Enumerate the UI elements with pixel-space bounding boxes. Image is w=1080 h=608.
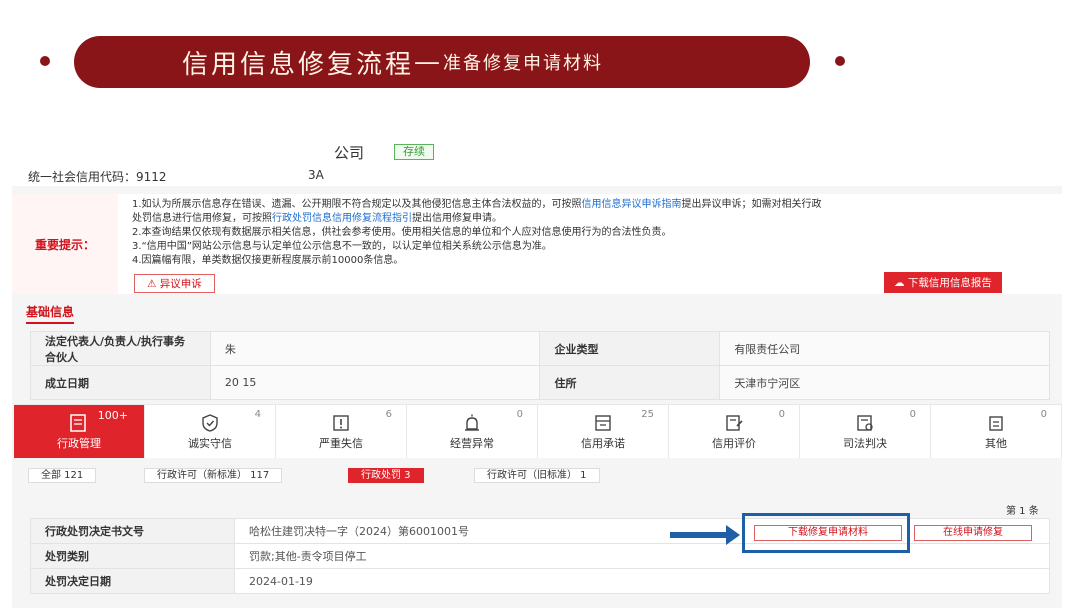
download-report-label: 下载信用信息报告 — [907, 277, 992, 289]
important-notice: 重要提示： 1.如认为所展示信息存在错误、遗漏、公开期限不符合规定以及其他侵犯信… — [12, 194, 1062, 294]
online-repair-button[interactable]: 在线申请修复 — [914, 525, 1032, 541]
record-index: 第 1 条 — [1006, 506, 1039, 517]
tab-credit-evaluation[interactable]: 0 信用评价 — [669, 404, 800, 458]
tab-other[interactable]: 0 其他 — [931, 404, 1062, 458]
subtab-all[interactable]: 全部 121 — [28, 468, 97, 483]
commitment-icon — [595, 415, 611, 431]
table-row: 法定代表人/负责人/执行事务合伙人 朱 企业类型 有限责任公司 — [30, 331, 1050, 366]
download-report-button[interactable]: ☁ 下载信用信息报告 — [884, 272, 1002, 293]
repair-guide-link[interactable]: 行政处罚信息信用修复流程指引 — [272, 213, 412, 224]
basic-info-title: 基础信息 — [26, 303, 75, 324]
banner-dash: — — [414, 47, 444, 77]
tab-label: 信用承诺 — [581, 437, 625, 450]
shield-check-icon — [202, 414, 218, 432]
tab-count: 6 — [385, 409, 392, 420]
dispute-button[interactable]: ⚠ 异议申诉 — [134, 274, 215, 293]
tab-label: 其他 — [985, 437, 1007, 450]
table-row: 成立日期 20 15 住所 天津市宁河区 — [30, 365, 1050, 400]
notice-label: 重要提示： — [12, 194, 118, 294]
basic-info-table: 法定代表人/负责人/执行事务合伙人 朱 企业类型 有限责任公司 成立日期 20 … — [30, 331, 1050, 400]
pointer-arrow-icon — [726, 525, 740, 545]
tab-business-abnormal[interactable]: 0 经营异常 — [407, 404, 538, 458]
founded-date-label: 成立日期 — [30, 365, 211, 400]
cloud-download-icon: ☁ — [894, 277, 908, 289]
notice-line1-c: 处罚信息进行信用修复，可按照 — [132, 213, 272, 224]
founded-date-value: 20 15 — [209, 365, 541, 400]
penalty-type-value: 罚款;其他-责令项目停工 — [234, 543, 1050, 569]
credit-code-label: 统一社会信用代码：9112 — [28, 170, 167, 184]
subtab-license-new[interactable]: 行政许可（新标准） 117 — [144, 468, 283, 483]
notice-line1-d: 提出信用修复申请。 — [412, 213, 502, 224]
subtab-penalty[interactable]: 行政处罚 3 — [348, 468, 424, 483]
evaluation-icon — [726, 415, 743, 431]
tab-count: 0 — [1040, 409, 1047, 420]
notice-line2: 2.本查询结果仅依现有数据展示相关信息，供社会参考使用。使用相关信息的单位和个人… — [132, 227, 672, 238]
sub-tabs: 全部 121 行政许可（新标准） 117 行政处罚 3 行政许可（旧标准） 1 — [12, 462, 1062, 488]
tab-label: 诚实守信 — [188, 437, 232, 450]
dispute-guide-link[interactable]: 信用信息异议申诉指南 — [582, 199, 682, 210]
tab-count: 100+ — [97, 409, 128, 422]
tab-label: 严重失信 — [319, 437, 363, 450]
tab-count: 0 — [516, 409, 523, 420]
tab-label: 信用评价 — [712, 437, 756, 450]
legal-rep-label: 法定代表人/负责人/执行事务合伙人 — [30, 331, 211, 366]
banner-title: 信用信息修复流程 — [182, 49, 415, 80]
download-repair-materials-button[interactable]: 下载修复申请材料 — [754, 525, 902, 541]
other-icon — [989, 416, 1003, 431]
pointer-arrow-shaft — [670, 532, 730, 538]
notice-line1-b: 提出异议申诉；如需对相关行政 — [681, 199, 822, 210]
tab-count: 0 — [778, 409, 785, 420]
document-icon — [70, 414, 86, 432]
banner-subtitle: 准备修复申请材料 — [443, 53, 604, 74]
tab-label: 经营异常 — [450, 437, 494, 450]
tab-count: 25 — [641, 409, 654, 420]
decision-number-label: 行政处罚决定书文号 — [30, 518, 235, 544]
company-type-label: 企业类型 — [539, 331, 721, 366]
address-label: 住所 — [539, 365, 721, 400]
tab-honest[interactable]: 4 诚实守信 — [145, 404, 276, 458]
tab-admin-management[interactable]: 100+ 行政管理 — [14, 404, 145, 458]
tab-credit-commitment[interactable]: 25 信用承诺 — [538, 404, 669, 458]
notice-text: 1.如认为所展示信息存在错误、遗漏、公开期限不符合规定以及其他侵犯信息主体合法权… — [132, 198, 1052, 268]
tab-label: 行政管理 — [57, 437, 101, 450]
tab-serious-dishonest[interactable]: 6 严重失信 — [276, 404, 407, 458]
notice-line1-a: 1.如认为所展示信息存在错误、遗漏、公开期限不符合规定以及其他侵犯信息主体合法权… — [132, 199, 582, 210]
tab-judicial[interactable]: 0 司法判决 — [800, 404, 931, 458]
banner-right-dot — [835, 56, 845, 66]
company-header: 公司 存续 统一社会信用代码：9112 3A — [12, 128, 1062, 186]
dispute-icon: ⚠ — [147, 278, 160, 290]
company-name: 公司 — [334, 144, 365, 162]
table-row: 处罚决定日期 2024-01-19 — [30, 568, 1050, 594]
status-badge: 存续 — [394, 144, 434, 160]
notice-line3: 3.“信用中国”网站公示信息与认定单位公示信息不一致的，以认定单位相关系统公示信… — [132, 241, 552, 252]
warning-icon — [333, 415, 349, 431]
subtab-license-old[interactable]: 行政许可（旧标准） 1 — [474, 468, 600, 483]
decision-date-value: 2024-01-19 — [234, 568, 1050, 594]
alarm-icon — [465, 414, 479, 431]
credit-code-tail: 3A — [308, 168, 324, 182]
tab-label: 司法判决 — [843, 437, 887, 450]
category-tabs: 100+ 行政管理 4 诚实守信 6 严重失信 0 经营异常 25 信用承诺 0… — [14, 404, 1062, 458]
notice-line4: 4.因篇幅有限，单类数据仅接更新程度展示前10000条信息。 — [132, 255, 404, 266]
penalty-type-label: 处罚类别 — [30, 543, 235, 569]
banner-left-dot — [40, 56, 50, 66]
company-type-value: 有限责任公司 — [719, 331, 1050, 366]
tab-count: 4 — [254, 409, 261, 420]
legal-rep-value: 朱 — [209, 331, 541, 366]
judgment-icon — [857, 415, 873, 431]
dispute-button-label: 异议申诉 — [159, 278, 202, 290]
address-value: 天津市宁河区 — [719, 365, 1050, 400]
decision-date-label: 处罚决定日期 — [30, 568, 235, 594]
title-banner: 信用信息修复流程 — 准备修复申请材料 — [74, 36, 810, 88]
tab-count: 0 — [909, 409, 916, 420]
